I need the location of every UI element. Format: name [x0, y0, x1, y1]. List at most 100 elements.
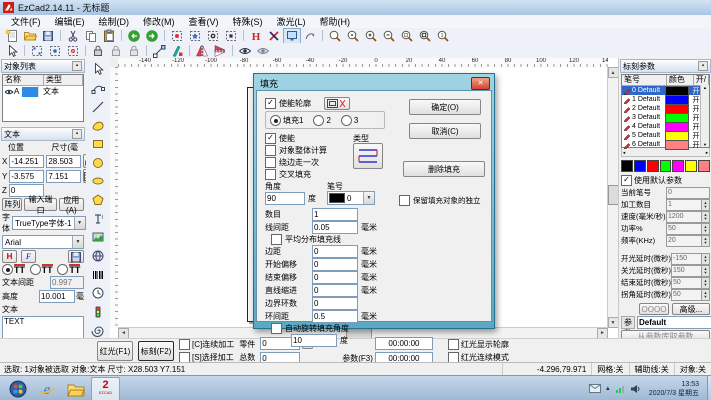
undo-icon[interactable]	[125, 28, 143, 44]
x-size-field[interactable]	[46, 155, 81, 168]
field-input[interactable]	[312, 245, 358, 258]
walk-edge-checkbox[interactable]	[265, 157, 276, 168]
font-type-select[interactable]: TrueType字体-1 ▼	[12, 216, 86, 230]
scroll-up-icon[interactable]: ▲	[608, 67, 619, 78]
param-value-field[interactable]: 1▲▼	[666, 199, 710, 211]
panel-pin-icon[interactable]: ▪	[698, 61, 708, 71]
field-input[interactable]	[291, 334, 337, 347]
group-select-icon[interactable]	[46, 43, 64, 59]
panel-pin-icon[interactable]: ▪	[72, 61, 82, 71]
spacing-field[interactable]	[50, 276, 84, 289]
italic-button[interactable]: F	[21, 250, 36, 263]
cross-fill-checkbox[interactable]	[265, 169, 276, 180]
save-font-button[interactable]	[68, 250, 84, 263]
column-name[interactable]: 名称	[3, 75, 44, 86]
scroll-right-icon[interactable]: ►	[597, 328, 608, 339]
hatch-h-icon[interactable]: H	[247, 28, 265, 44]
spinner-icon[interactable]: ▲▼	[701, 224, 709, 234]
field-input[interactable]	[312, 310, 358, 323]
cut-icon[interactable]	[64, 28, 82, 44]
field-input[interactable]	[312, 297, 358, 310]
x-position-field[interactable]	[9, 155, 44, 168]
tray-message-icon[interactable]	[589, 384, 601, 393]
text-icon[interactable]: I	[88, 209, 108, 228]
param-value-field[interactable]: 20▲▼	[666, 235, 710, 247]
ok-button[interactable]: 确定(O)	[409, 99, 481, 115]
vertical-scrollbar[interactable]: ▲ ▼	[607, 67, 618, 328]
mirror-horizontal-icon[interactable]	[193, 43, 211, 59]
tools-cross-icon[interactable]	[265, 28, 283, 44]
apply-params-button[interactable]: OOOO	[639, 303, 669, 315]
eye-show-icon[interactable]	[236, 43, 254, 59]
zoom-select-icon[interactable]	[398, 28, 416, 44]
show-desktop-button[interactable]	[707, 376, 711, 400]
polygon-icon[interactable]	[88, 191, 108, 210]
mark-dots-1-icon[interactable]	[168, 28, 186, 44]
font-name-select[interactable]: Arial ▼	[2, 235, 84, 249]
y-position-field[interactable]	[9, 170, 44, 183]
lock-3-icon[interactable]	[125, 43, 143, 59]
zoom-page-icon[interactable]: 1	[434, 28, 452, 44]
array-button[interactable]: 阵列	[2, 198, 22, 211]
node-edit-icon[interactable]	[150, 43, 168, 59]
spinner-icon[interactable]: ▲▼	[701, 254, 709, 264]
param-value-field[interactable]: 0	[666, 187, 710, 199]
color-swatch-3[interactable]	[660, 160, 672, 172]
taskbar-clock[interactable]: 13:53 2020/7/3 星期五	[645, 380, 703, 398]
zoom-all-icon[interactable]	[416, 28, 434, 44]
fill-dialog-titlebar[interactable]: 填充 ✕	[256, 76, 492, 90]
calc-whole-checkbox[interactable]	[265, 145, 276, 156]
continuous-checkbox[interactable]	[179, 339, 190, 350]
color-swatch-5[interactable]	[685, 160, 697, 172]
new-icon[interactable]	[3, 28, 21, 44]
spinner-icon[interactable]: ▲▼	[701, 278, 709, 288]
node-select-icon[interactable]	[28, 43, 46, 59]
panel-pin-icon[interactable]: ▪	[72, 129, 82, 139]
spinner-icon[interactable]: ▲▼	[701, 200, 709, 210]
mirror-vertical-icon[interactable]	[211, 43, 229, 59]
mark-time-field[interactable]	[375, 337, 433, 350]
tray-arrow-icon[interactable]: ▲	[605, 386, 611, 392]
advanced-button[interactable]: 高级...	[672, 303, 710, 315]
copy-icon[interactable]	[82, 28, 100, 44]
spinner-icon[interactable]: ▲▼	[701, 290, 709, 300]
color-swatch-2[interactable]	[647, 160, 659, 172]
param-value-field[interactable]: 50▲▼	[666, 223, 710, 235]
curve-icon[interactable]	[88, 116, 108, 135]
taskbar-ezcad-app[interactable]: 2 EZCAD	[91, 377, 120, 400]
object-list-row[interactable]: A文本	[3, 86, 83, 97]
column-pen[interactable]: 笔号	[622, 75, 667, 86]
zoom-in-icon[interactable]	[362, 28, 380, 44]
text-orientation-option-0[interactable]: TT	[2, 264, 29, 275]
redo-icon[interactable]	[143, 28, 161, 44]
show-contour-checkbox[interactable]	[448, 339, 459, 350]
color-swatch-6[interactable]	[698, 160, 710, 172]
spinner-icon[interactable]: ▲▼	[701, 212, 709, 222]
all-select-icon[interactable]	[64, 43, 82, 59]
internet-explorer-icon[interactable]: e	[33, 378, 60, 400]
zoom-move-icon[interactable]	[344, 28, 362, 44]
zoom-window-icon[interactable]	[326, 28, 344, 44]
text-orientation-option-2[interactable]: TT	[57, 264, 84, 275]
eye-icon[interactable]	[4, 88, 14, 96]
fill-type-button[interactable]	[353, 143, 383, 169]
apply-button[interactable]: 应用(A)	[59, 198, 84, 211]
bitmap-icon[interactable]	[88, 228, 108, 247]
io-control-icon[interactable]	[88, 303, 108, 322]
spinner-icon[interactable]: ▲▼	[701, 236, 709, 246]
param-value-field[interactable]: 50▲▼	[671, 289, 710, 301]
param-value-field[interactable]: 50▲▼	[671, 277, 710, 289]
bold-button[interactable]: H	[2, 250, 17, 263]
text-orientation-option-1[interactable]: TT	[30, 264, 57, 275]
y-size-field[interactable]	[46, 170, 81, 183]
ellipse-icon[interactable]	[88, 172, 108, 191]
orientation-radio[interactable]	[30, 264, 41, 275]
orientation-radio[interactable]	[2, 264, 13, 275]
cancel-button[interactable]: 取消(C)	[409, 123, 481, 139]
fill3-radio[interactable]	[341, 115, 352, 126]
height-field[interactable]	[39, 290, 75, 303]
scroll-down-icon[interactable]: ▼	[608, 317, 619, 328]
file-explorer-icon[interactable]	[62, 378, 89, 400]
use-default-checkbox[interactable]	[621, 175, 632, 186]
mark-button[interactable]: 标刻(F2)	[138, 341, 174, 361]
